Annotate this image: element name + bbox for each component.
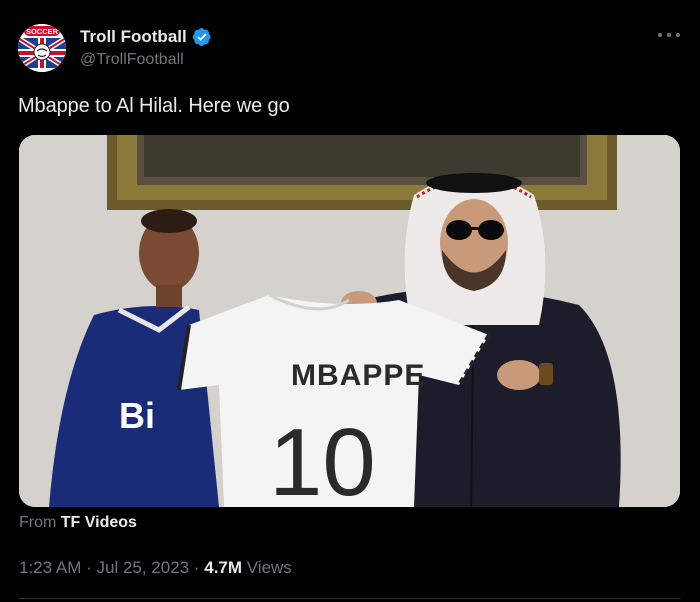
more-options-button[interactable] bbox=[658, 26, 680, 44]
avatar[interactable]: SOCCER bbox=[18, 24, 66, 72]
avatar-logo-icon: SOCCER bbox=[18, 24, 66, 72]
meta-separator: · bbox=[189, 558, 205, 577]
tweet-text: Mbappe to Al Hilal. Here we go bbox=[18, 95, 290, 117]
more-horizontal-icon bbox=[658, 33, 662, 37]
author-handle[interactable]: @TrollFootball bbox=[80, 51, 184, 69]
tweet-media-video[interactable]: Bi MBAPPE 10 bbox=[19, 135, 680, 507]
svg-text:Bi: Bi bbox=[119, 395, 155, 436]
tweet: SOCCER Troll Football @TrollFootball Mba… bbox=[0, 0, 700, 602]
video-source-prefix: From bbox=[19, 514, 57, 531]
author-name[interactable]: Troll Football bbox=[80, 27, 212, 47]
tweet-meta: 1:23 AM · Jul 25, 2023 · 4.7M Views bbox=[19, 558, 292, 578]
tweet-date[interactable]: Jul 25, 2023 bbox=[96, 558, 189, 577]
author-name-text[interactable]: Troll Football bbox=[80, 27, 187, 47]
verified-badge-icon bbox=[192, 28, 211, 46]
svg-text:10: 10 bbox=[269, 409, 376, 507]
tweet-time[interactable]: 1:23 AM bbox=[19, 558, 81, 577]
divider bbox=[19, 598, 681, 599]
meta-separator: · bbox=[81, 558, 97, 577]
video-source: From TF Videos bbox=[19, 514, 137, 532]
video-frame-image: Bi MBAPPE 10 bbox=[19, 135, 680, 507]
views-count[interactable]: 4.7M bbox=[204, 558, 242, 577]
svg-text:SOCCER: SOCCER bbox=[26, 27, 59, 36]
views-label: Views bbox=[246, 558, 292, 577]
svg-text:MBAPPE: MBAPPE bbox=[291, 359, 425, 392]
video-source-name[interactable]: TF Videos bbox=[61, 514, 137, 531]
